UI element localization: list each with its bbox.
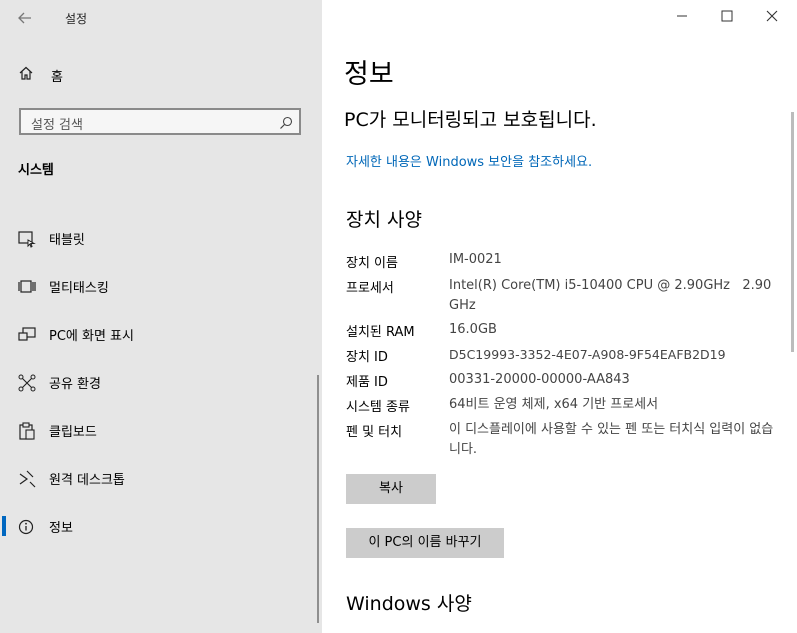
shared-experiences-icon — [18, 374, 36, 392]
tablet-icon — [18, 230, 36, 248]
rename-pc-button[interactable]: 이 PC의 이름 바꾸기 — [346, 528, 504, 558]
home-icon — [18, 65, 34, 85]
window-title: 설정 — [65, 12, 88, 26]
spec-label-product-id: 제품 ID — [346, 375, 388, 390]
main-scrollbar[interactable] — [791, 112, 794, 352]
sidebar-item-label: 태블릿 — [49, 233, 85, 248]
sidebar-item-tablet[interactable]: 태블릿 — [0, 218, 318, 258]
spec-label-ram: 설치된 RAM — [346, 325, 415, 340]
selection-indicator — [2, 516, 6, 536]
sidebar-item-about[interactable]: 정보 — [0, 506, 318, 546]
info-icon — [18, 518, 36, 536]
spec-value-device-id: D5C19993-3352-4E07-A908-9F54EAFB2D19 — [449, 347, 726, 362]
close-button[interactable] — [760, 8, 784, 28]
spec-value-processor: Intel(R) Core(TM) i5-10400 CPU @ 2.90GHz… — [449, 278, 776, 313]
sidebar-item-label: 원격 데스크톱 — [49, 473, 125, 488]
multitasking-icon — [18, 278, 36, 296]
sidebar-item-shared-experiences[interactable]: 공유 환경 — [0, 362, 318, 402]
search-placeholder: 설정 검색 — [31, 118, 83, 133]
sidebar-item-label: 공유 환경 — [49, 377, 101, 392]
project-icon — [18, 326, 36, 344]
home-label: 홈 — [51, 69, 63, 85]
spec-value-pen-touch: 이 디스플레이에 사용할 수 있는 펜 또는 터치식 입력이 없습니다. — [449, 422, 774, 457]
sidebar-scrollbar[interactable] — [317, 375, 319, 623]
spec-value-ram: 16.0GB — [449, 322, 497, 337]
sidebar: 설정 홈 설정 검색 시스템 태블릿 멀티태스킹 PC에 화면 표시 공유 환경… — [0, 0, 322, 633]
sidebar-item-label: 정보 — [49, 521, 73, 536]
security-link[interactable]: 자세한 내용은 Windows 보안을 참조하세요. — [346, 151, 592, 170]
spec-label-system-type: 시스템 종류 — [346, 400, 410, 415]
device-specs-heading: 장치 사양 — [346, 209, 422, 231]
sidebar-item-clipboard[interactable]: 클립보드 — [0, 410, 318, 450]
page-title: 정보 — [344, 59, 394, 90]
spec-label-device-name: 장치 이름 — [346, 256, 398, 271]
spec-value-system-type: 64비트 운영 체제, x64 기반 프로세서 — [449, 397, 659, 412]
spec-label-pen-touch: 펜 및 터치 — [346, 425, 403, 440]
copy-button[interactable]: 복사 — [346, 474, 436, 504]
sidebar-item-label: 클립보드 — [49, 425, 97, 440]
sidebar-item-label: 멀티태스킹 — [49, 281, 109, 296]
minimize-button[interactable] — [670, 8, 694, 28]
sidebar-item-multitasking[interactable]: 멀티태스킹 — [0, 266, 318, 306]
sidebar-item-remote-desktop[interactable]: 원격 데스크톱 — [0, 458, 318, 498]
windows-specs-heading: Windows 사양 — [346, 593, 472, 615]
maximize-button[interactable] — [715, 8, 739, 28]
search-icon[interactable] — [279, 115, 293, 134]
clipboard-icon — [18, 422, 36, 440]
sidebar-item-label: PC에 화면 표시 — [49, 329, 134, 344]
section-title: 시스템 — [18, 163, 54, 178]
spec-label-device-id: 장치 ID — [346, 350, 388, 365]
protection-status: PC가 모니터링되고 보호됩니다. — [344, 109, 597, 131]
sidebar-item-project[interactable]: PC에 화면 표시 — [0, 314, 318, 354]
spec-label-processor: 프로세서 — [346, 281, 394, 296]
search-input[interactable]: 설정 검색 — [19, 108, 301, 135]
spec-value-product-id: 00331-20000-00000-AA843 — [449, 372, 630, 387]
home-nav-item[interactable]: 홈 — [18, 64, 63, 86]
spec-value-device-name: IM-0021 — [449, 252, 502, 267]
remote-desktop-icon — [18, 470, 36, 488]
back-arrow-icon[interactable] — [17, 10, 35, 26]
